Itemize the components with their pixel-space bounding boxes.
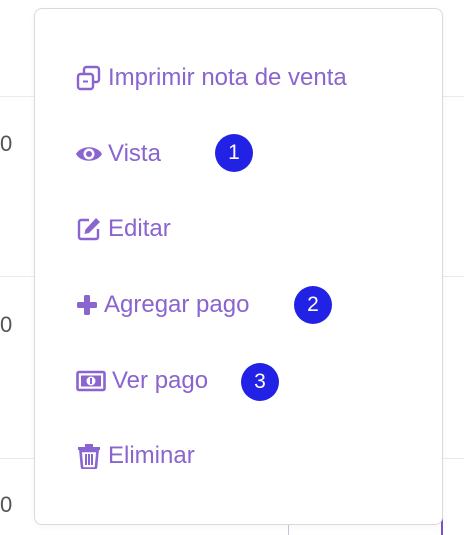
menu-item-label: Eliminar [108, 442, 195, 469]
table-cell-value: 0 [0, 312, 13, 337]
table-cell-value: 0 [0, 492, 13, 517]
menu-item-add-payment[interactable]: Agregar pago [75, 285, 249, 325]
menu-item-view[interactable]: Vista [75, 134, 161, 174]
actions-dropdown-menu: Imprimir nota de venta Vista Editar Agre… [34, 8, 443, 525]
menu-item-view-payment[interactable]: Ver pago [75, 361, 208, 401]
plus-icon [75, 291, 99, 319]
menu-item-label: Imprimir nota de venta [108, 64, 347, 91]
table-column-border [288, 525, 289, 535]
step-badge: 1 [215, 134, 253, 172]
menu-item-label: Ver pago [112, 367, 209, 394]
menu-item-label: Vista [108, 140, 161, 167]
menu-item-edit[interactable]: Editar [75, 209, 171, 249]
trash-icon [75, 442, 103, 470]
menu-item-label: Editar [108, 215, 171, 242]
menu-item-print-sales-note[interactable]: Imprimir nota de venta [75, 58, 347, 98]
menu-item-delete[interactable]: Eliminar [75, 436, 195, 476]
step-badge: 3 [241, 363, 279, 401]
step-badge: 2 [294, 286, 332, 324]
eye-icon [75, 140, 103, 168]
menu-item-label: Agregar pago [104, 291, 250, 318]
copy-icon [75, 64, 103, 92]
table-cell-value: 0 [0, 131, 13, 156]
edit-icon [75, 215, 103, 243]
money-bill-icon [75, 367, 107, 395]
